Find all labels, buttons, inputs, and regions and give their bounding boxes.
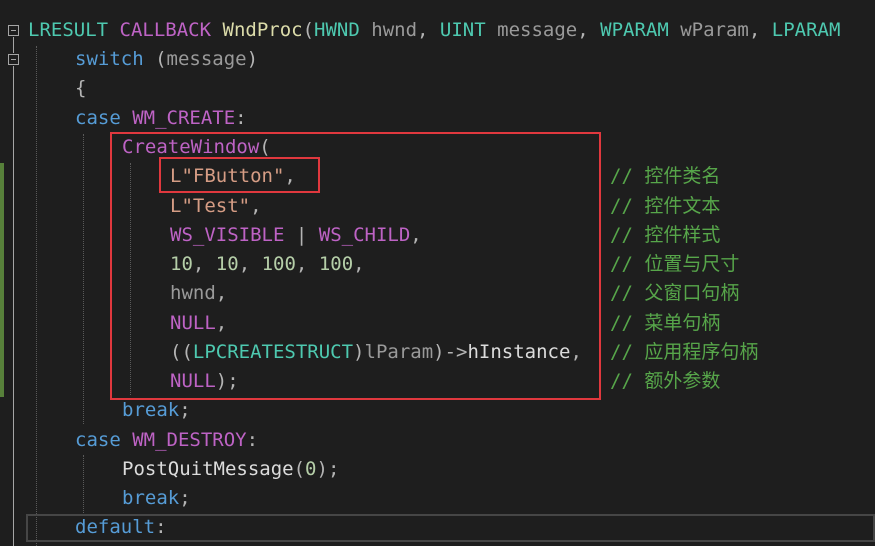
change-indicator-bar xyxy=(0,163,4,397)
token-param: message xyxy=(497,19,578,41)
token-param: message xyxy=(166,48,247,70)
token-function: PostQuitMessage xyxy=(122,458,294,480)
token-punct: ( xyxy=(302,19,315,41)
class-name-highlight-box xyxy=(159,157,320,193)
comment-menu-handle: // 菜单句柄 xyxy=(610,312,721,334)
token-punct: : xyxy=(246,429,259,451)
code-line-3[interactable]: { xyxy=(75,74,86,103)
code-line-15[interactable]: case WM_DESTROY: xyxy=(75,426,258,455)
code-line-17[interactable]: break; xyxy=(122,484,191,513)
token-punct: ( xyxy=(155,48,167,70)
token-keyword: break xyxy=(122,399,180,421)
token-macro: WM_DESTROY xyxy=(132,429,247,451)
code-line-4[interactable]: case WM_CREATE: xyxy=(75,104,247,133)
token-param: hwnd xyxy=(371,19,418,41)
token-punct: ( xyxy=(293,458,306,480)
token-punct: ) xyxy=(246,48,259,70)
token-keyword: case xyxy=(75,107,121,129)
token-type: WPARAM xyxy=(600,19,669,41)
indent-guide xyxy=(83,455,84,515)
code-line-2[interactable]: switch (message) xyxy=(75,45,258,74)
comment-position-size: // 位置与尺寸 xyxy=(610,253,740,275)
token-punct: , xyxy=(748,19,761,41)
token-punct: ; xyxy=(179,399,191,421)
indent-guide xyxy=(36,46,37,546)
token-punct: ); xyxy=(316,458,340,480)
collapse-switch-icon[interactable] xyxy=(8,54,19,65)
comment-parent-handle: // 父窗口句柄 xyxy=(610,282,740,304)
token-return-type: LRESULT xyxy=(28,19,109,41)
token-punct: , xyxy=(577,19,589,41)
comment-window-text: // 控件文本 xyxy=(610,195,721,217)
fold-line xyxy=(13,66,14,546)
token-punct: : xyxy=(155,516,167,538)
token-punct: ; xyxy=(179,487,191,509)
fold-line xyxy=(13,37,14,53)
token-punct: : xyxy=(235,107,247,129)
token-callconv: CALLBACK xyxy=(119,19,212,41)
code-editor[interactable]: LRESULT CALLBACK WndProc(HWND hwnd, UINT… xyxy=(0,0,875,546)
code-line-16[interactable]: PostQuitMessage(0); xyxy=(122,455,339,484)
comment-instance-handle: // 应用程序句柄 xyxy=(610,341,759,363)
collapse-wndproc-icon[interactable] xyxy=(8,25,19,36)
token-function-name: WndProc xyxy=(222,19,303,41)
token-keyword: break xyxy=(122,487,180,509)
code-line-1[interactable]: LRESULT CALLBACK WndProc(HWND hwnd, UINT… xyxy=(28,16,840,45)
token-keyword: case xyxy=(75,429,121,451)
code-line-18[interactable]: default: xyxy=(75,513,167,542)
token-keyword: default xyxy=(75,516,156,538)
token-param: wParam xyxy=(680,19,749,41)
comment-class-name: // 控件类名 xyxy=(610,165,721,187)
code-line-14[interactable]: break; xyxy=(122,396,191,425)
token-punct: , xyxy=(417,19,429,41)
token-brace: { xyxy=(75,77,87,99)
token-keyword: switch xyxy=(75,48,144,70)
token-type: UINT xyxy=(439,19,486,41)
token-macro: WM_CREATE xyxy=(132,107,236,129)
comment-extra-param: // 额外参数 xyxy=(610,370,721,392)
comment-window-style: // 控件样式 xyxy=(610,224,721,246)
token-number: 0 xyxy=(305,458,317,480)
token-type: HWND xyxy=(314,19,360,41)
token-type: LPARAM xyxy=(771,19,841,41)
indent-guide xyxy=(83,134,84,424)
